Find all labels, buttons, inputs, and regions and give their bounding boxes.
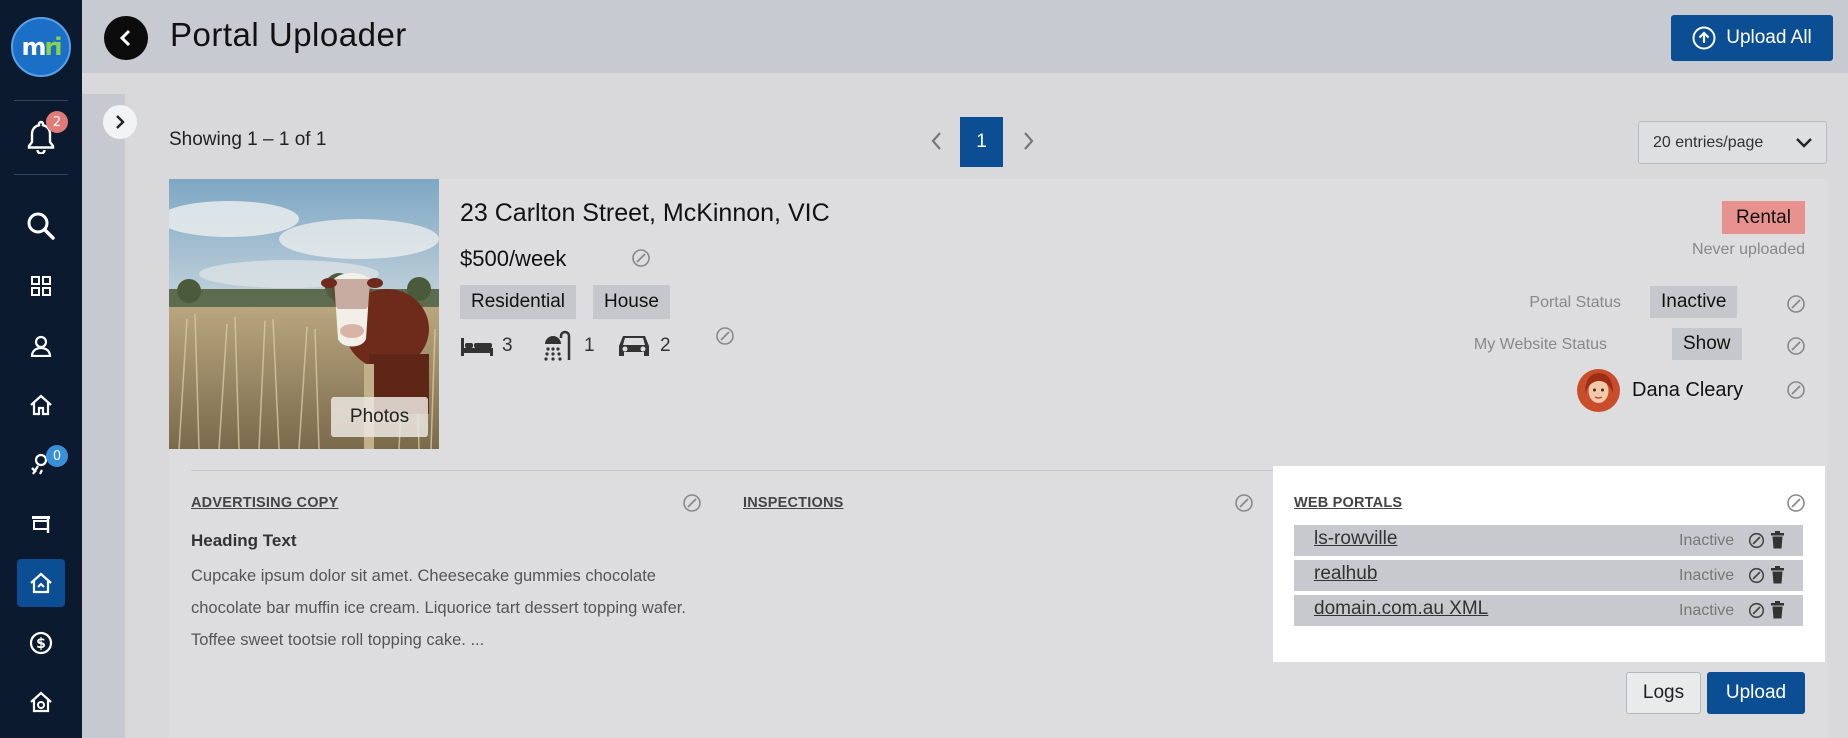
edit-features-icon[interactable]	[715, 326, 735, 346]
portal-row: domain.com.au XML Inactive	[1294, 595, 1803, 626]
sidebar-item-signboards[interactable]	[17, 500, 65, 548]
chevron-right-icon	[116, 115, 125, 129]
chevron-down-icon	[1796, 138, 1812, 148]
sidebar-item-contacts[interactable]	[17, 322, 65, 370]
contacts-icon	[30, 335, 52, 357]
edit-advertising-icon[interactable]	[682, 493, 702, 513]
bed-icon	[461, 338, 493, 356]
upload-all-button[interactable]: Upload All	[1671, 15, 1833, 61]
page-number-current[interactable]: 1	[960, 117, 1003, 167]
portal-icon	[30, 691, 52, 713]
advertising-heading: Heading Text	[191, 531, 297, 550]
chevron-left-icon	[931, 132, 941, 150]
property-type-tag: House	[593, 285, 670, 319]
sidebar-divider	[14, 100, 68, 101]
upload-all-label: Upload All	[1726, 27, 1812, 48]
bathrooms-count: 1	[584, 335, 595, 356]
web-portals-title[interactable]: WEB PORTALS	[1294, 495, 1402, 511]
sidebar: m ri 2 0 $	[0, 0, 82, 738]
shower-icon	[544, 330, 571, 361]
logs-button[interactable]: Logs	[1626, 672, 1701, 714]
notifications-badge: 2	[46, 111, 68, 133]
prev-page-button[interactable]	[926, 126, 946, 156]
advertising-body: Cupcake ipsum dolor sit amet. Cheesecake…	[191, 567, 686, 649]
edit-inspections-icon[interactable]	[1234, 493, 1254, 513]
car-spaces-count: 2	[660, 335, 671, 356]
edit-portal-icon[interactable]	[1748, 532, 1765, 549]
entries-per-page-value: 20 entries/page	[1653, 133, 1764, 151]
sidebar-item-properties[interactable]	[17, 381, 65, 429]
edit-portal-icon[interactable]	[1748, 602, 1765, 619]
filter-rail	[82, 94, 125, 738]
edit-price-icon[interactable]	[631, 248, 651, 268]
edit-website-status-icon[interactable]	[1786, 336, 1806, 356]
advertising-copy-title[interactable]: ADVERTISING COPY	[191, 495, 338, 511]
upload-status-text: Never uploaded	[1692, 241, 1805, 258]
portal-row: ls-rowville Inactive	[1294, 525, 1803, 556]
sidebar-item-dashboard[interactable]	[17, 262, 65, 310]
portal-status: Inactive	[1679, 567, 1735, 584]
trash-icon[interactable]	[1770, 531, 1785, 549]
sidebar-item-search[interactable]	[17, 202, 65, 250]
car-icon	[619, 336, 649, 356]
sidebar-item-finance[interactable]: $	[17, 619, 65, 667]
agent-avatar	[1577, 369, 1620, 412]
sidebar-item-portals[interactable]	[17, 678, 65, 726]
edit-portal-icon[interactable]	[1748, 567, 1765, 584]
logo-text-ri: ri	[44, 33, 62, 61]
agent-name: Dana Cleary	[1632, 379, 1744, 401]
portal-name-link[interactable]: ls-rowville	[1314, 528, 1397, 550]
website-status-label: My Website Status	[1473, 336, 1607, 353]
edit-web-portals-icon[interactable]	[1786, 493, 1806, 513]
listing-price: $500/week	[460, 246, 567, 271]
dollar-icon: $	[29, 631, 53, 655]
portal-status: Inactive	[1679, 602, 1735, 619]
portal-status: Inactive	[1679, 532, 1735, 549]
tasks-badge: 0	[46, 445, 68, 467]
trash-icon[interactable]	[1770, 601, 1785, 619]
next-page-button[interactable]	[1019, 126, 1039, 156]
portal-name-link[interactable]: domain.com.au XML	[1314, 598, 1488, 620]
svg-text:$: $	[36, 636, 46, 652]
chevron-right-icon	[1024, 132, 1034, 150]
edit-agent-icon[interactable]	[1786, 380, 1806, 400]
upload-button[interactable]: Upload	[1707, 672, 1805, 714]
agent-avatar-image	[1577, 369, 1620, 412]
entries-per-page-select[interactable]: 20 entries/page	[1638, 121, 1827, 164]
dashboard-icon	[31, 276, 51, 296]
logo-text-m: m	[21, 33, 46, 61]
back-button[interactable]	[104, 16, 148, 60]
property-class-tag: Residential	[460, 285, 576, 319]
results-count: Showing 1 – 1 of 1	[169, 129, 327, 150]
home-icon	[30, 394, 52, 416]
portal-name-link[interactable]: realhub	[1314, 563, 1377, 585]
expand-filters-button[interactable]	[103, 105, 137, 139]
sidebar-divider	[14, 174, 68, 175]
edit-portal-status-icon[interactable]	[1786, 294, 1806, 314]
listing-type-badge: Rental	[1722, 201, 1805, 234]
notifications-button[interactable]: 2	[17, 111, 68, 161]
bedrooms-count: 3	[502, 335, 513, 356]
upload-circle-icon	[1692, 26, 1716, 50]
listing-address: 23 Carlton Street, McKinnon, VIC	[460, 199, 830, 227]
portal-row: realhub Inactive	[1294, 560, 1803, 591]
top-bar: Portal Uploader Upload All	[82, 0, 1848, 73]
portal-status-value: Inactive	[1650, 286, 1738, 318]
listings-icon	[30, 572, 52, 594]
website-status-value: Show	[1672, 328, 1742, 360]
inspections-title[interactable]: INSPECTIONS	[743, 495, 844, 511]
chevron-left-icon	[119, 29, 131, 47]
sign-icon	[32, 516, 50, 533]
trash-icon[interactable]	[1770, 566, 1785, 584]
app-logo[interactable]: m ri	[11, 17, 71, 77]
portal-status-label: Portal Status	[1529, 294, 1621, 311]
page-title: Portal Uploader	[170, 16, 407, 53]
photos-button[interactable]: Photos	[331, 397, 428, 437]
sidebar-item-listings[interactable]	[17, 559, 65, 607]
search-icon	[27, 212, 55, 240]
sidebar-item-tasks[interactable]: 0	[17, 440, 68, 488]
